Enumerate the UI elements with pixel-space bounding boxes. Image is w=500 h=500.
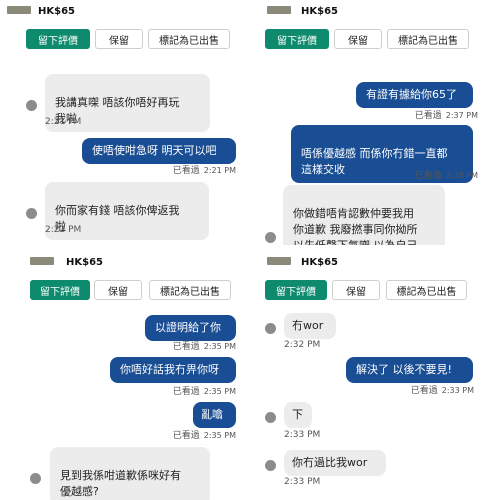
seen-label: 已看過 — [172, 342, 200, 352]
avatar[interactable] — [265, 460, 276, 471]
message-bubble-sent: 以證明給了你 — [145, 315, 236, 341]
listing-header: HK$65 — [251, 0, 500, 30]
message-bubble-received: 你冇過比我wor — [284, 450, 386, 476]
message-bubble-received: 你做錯唔肯認數仲要我用 你道歉 我廢撚事同你拗所 以先低聲下氣㗎 以為自己 高腳… — [283, 185, 445, 245]
mark-sold-button[interactable]: 標記為已出售 — [387, 29, 469, 49]
seen-label: 已看過 — [172, 166, 200, 176]
read-receipt: 已看過 2:33 PM — [411, 383, 474, 396]
avatar[interactable] — [26, 208, 37, 219]
message-bubble-received: 冇wor — [284, 313, 336, 339]
reserve-button[interactable]: 保留 — [94, 280, 142, 300]
avatar[interactable] — [265, 412, 276, 423]
message-text: 你做錯唔肯認數仲要我用 你道歉 我廢撚事同你拗所 以先低聲下氣㗎 以為自己 高腳… — [293, 207, 418, 245]
listing-header: HK$65 — [251, 251, 500, 281]
read-receipt: 已看過 2:35 PM — [173, 384, 236, 397]
avatar[interactable] — [265, 323, 276, 334]
read-receipt: 已看過 2:37 PM — [415, 108, 478, 121]
message-time: 2:33 PM — [284, 430, 321, 440]
listing-header: HK$65 — [0, 0, 249, 30]
leave-review-button[interactable]: 留下評價 — [30, 280, 90, 300]
message-time: 2:32 PM — [284, 340, 321, 350]
listing-price: HK$65 — [66, 257, 103, 268]
avatar[interactable] — [265, 232, 276, 243]
seen-label: 已看過 — [172, 387, 200, 397]
seen-time: 2:37 PM — [445, 111, 478, 120]
message-time: 2:22 PM — [45, 225, 82, 235]
avatar[interactable] — [30, 473, 41, 484]
message-time: 2:21 PM — [45, 117, 82, 127]
read-receipt: 已看過 2:35 PM — [173, 428, 236, 441]
message-bubble-sent: 有證有據給你65了 — [356, 82, 473, 108]
chat-panel-3: HK$65 留下評價 保留 標記為已出售 以證明給了你 已看過 2:35 PM 你… — [0, 251, 249, 500]
seen-label: 已看過 — [414, 171, 442, 181]
mark-sold-button[interactable]: 標記為已出售 — [149, 280, 231, 300]
seen-time: 2:35 PM — [203, 387, 236, 396]
read-receipt: 已看過 2:21 PM — [173, 163, 236, 176]
seen-time: 2:38 PM — [445, 171, 478, 180]
chat-panel-4: HK$65 留下評價 保留 標記為已出售 冇wor 2:32 PM 解決了 以後… — [251, 251, 500, 500]
read-receipt: 已看過 2:35 PM — [173, 339, 236, 352]
listing-price: HK$65 — [301, 6, 338, 17]
message-text: 使唔使咁急呀 明天可以吧 — [92, 144, 217, 157]
message-text: 下 — [292, 408, 303, 421]
seen-label: 已看過 — [414, 111, 442, 121]
listing-price: HK$65 — [38, 6, 75, 17]
listing-thumbnail[interactable] — [7, 6, 31, 14]
listing-thumbnail[interactable] — [267, 257, 291, 265]
message-bubble-sent: 你唔好話我冇畀你呀 — [110, 357, 236, 383]
message-bubble-received: 見到我係咁道歉係咪好有 優越感? — [50, 447, 210, 500]
leave-review-button[interactable]: 留下評價 — [26, 29, 90, 49]
message-text: 你冇過比我wor — [292, 456, 368, 469]
leave-review-button[interactable]: 留下評價 — [265, 280, 327, 300]
seen-time: 2:35 PM — [203, 431, 236, 440]
seen-label: 已看過 — [410, 386, 438, 396]
reserve-button[interactable]: 保留 — [95, 29, 143, 49]
listing-header: HK$65 — [0, 251, 249, 281]
message-time: 2:33 PM — [284, 477, 321, 487]
reserve-button[interactable]: 保留 — [332, 280, 380, 300]
message-bubble-sent: 亂噏 — [193, 402, 236, 428]
message-text: 有證有據給你65了 — [366, 88, 457, 101]
chat-panel-1: HK$65 留下評價 保留 標記為已出售 我講真㗎 唔該你唔好再玩 我啦 2:2… — [0, 0, 249, 245]
avatar[interactable] — [26, 100, 37, 111]
seen-time: 2:33 PM — [441, 386, 474, 395]
listing-thumbnail[interactable] — [267, 6, 291, 14]
message-text: 見到我係咁道歉係咪好有 優越感? — [60, 469, 181, 498]
message-bubble-sent: 解決了 以後不要見! — [346, 357, 473, 383]
message-text: 你唔好話我冇畀你呀 — [120, 363, 219, 376]
leave-review-button[interactable]: 留下評價 — [265, 29, 329, 49]
seen-time: 2:21 PM — [203, 166, 236, 175]
message-bubble-sent: 使唔使咁急呀 明天可以吧 — [82, 138, 236, 164]
mark-sold-button[interactable]: 標記為已出售 — [148, 29, 230, 49]
listing-price: HK$65 — [301, 257, 338, 268]
chat-panel-2: HK$65 留下評價 保留 標記為已出售 有證有據給你65了 已看過 2:37 P… — [251, 0, 500, 245]
reserve-button[interactable]: 保留 — [334, 29, 382, 49]
mark-sold-button[interactable]: 標記為已出售 — [386, 280, 467, 300]
message-text: 亂噏 — [201, 408, 223, 421]
message-text: 冇wor — [292, 319, 324, 332]
read-receipt: 已看過 2:38 PM — [415, 168, 478, 181]
message-bubble-received: 下 — [284, 402, 312, 428]
seen-label: 已看過 — [172, 431, 200, 441]
message-text: 解決了 以後不要見! — [356, 363, 452, 376]
listing-thumbnail[interactable] — [30, 257, 54, 265]
message-text: 以證明給了你 — [155, 321, 221, 334]
seen-time: 2:35 PM — [203, 342, 236, 351]
